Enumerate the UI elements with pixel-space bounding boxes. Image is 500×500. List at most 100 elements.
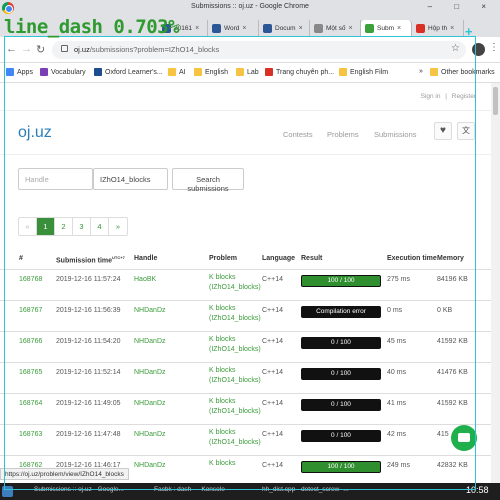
problem-link[interactable]: K blocks (IZhO14_blocks) bbox=[209, 304, 261, 324]
submission-id-link[interactable]: 168764 bbox=[19, 400, 42, 407]
handle-link[interactable]: NHDanDz bbox=[134, 338, 166, 345]
tab-4[interactable]: Một số × bbox=[310, 20, 361, 37]
bookmark-vocabulary[interactable]: Vocabulary bbox=[40, 68, 86, 76]
pager-page-2[interactable]: 2 bbox=[55, 218, 73, 235]
tab-label: Word bbox=[224, 25, 240, 32]
signin-link[interactable]: Sign in bbox=[421, 93, 441, 100]
bookmark-trang-chuyen[interactable]: Trang chuyên ph... bbox=[265, 68, 334, 76]
handle-link[interactable]: NHDanDz bbox=[134, 431, 166, 438]
handle-link[interactable]: NHDanDz bbox=[134, 400, 166, 407]
register-link[interactable]: Register bbox=[452, 93, 476, 100]
handle-link[interactable]: NHDanDz bbox=[134, 369, 166, 376]
window-controls[interactable]: – □ × bbox=[428, 2, 496, 11]
problem-input[interactable]: IZhO14_blocks bbox=[93, 168, 168, 190]
table-row: 168764 2019-12-16 11:49:05 NHDanDz K blocks… bbox=[0, 393, 491, 423]
pager-page-4[interactable]: 4 bbox=[91, 218, 109, 235]
bookmark-folder-lab[interactable]: Lab bbox=[236, 68, 259, 76]
header-memory: Memory bbox=[437, 255, 464, 262]
close-icon[interactable]: × bbox=[397, 25, 401, 32]
handle-input[interactable]: Handle bbox=[18, 168, 93, 190]
submission-id-link[interactable]: 168768 bbox=[19, 276, 42, 283]
page-scrollbar[interactable] bbox=[491, 83, 500, 483]
execution-time: 249 ms bbox=[387, 462, 410, 469]
tab-5-active[interactable]: Subm × bbox=[361, 20, 412, 37]
pager-page-1[interactable]: 1 bbox=[37, 218, 55, 235]
pager-page-3[interactable]: 3 bbox=[73, 218, 91, 235]
tab-3[interactable]: Docum × bbox=[259, 20, 310, 37]
header-id: # bbox=[19, 255, 23, 262]
problem-link[interactable]: K blocks (IZhO14_blocks) bbox=[209, 273, 261, 293]
folder-icon bbox=[430, 68, 438, 76]
pager-next[interactable]: » bbox=[109, 218, 127, 235]
result-badge[interactable]: Compilation error bbox=[301, 306, 381, 318]
tab-2[interactable]: Word × bbox=[208, 20, 259, 37]
language-icon[interactable]: 文 bbox=[457, 122, 475, 140]
problem-link[interactable]: K blocks (IZhO14_blocks) bbox=[209, 397, 261, 417]
chat-bubble-icon[interactable] bbox=[451, 425, 477, 451]
nav-problems[interactable]: Problems bbox=[327, 130, 359, 139]
heart-icon[interactable]: ♥ bbox=[434, 122, 452, 140]
bookmarks-overflow-icon[interactable]: » bbox=[419, 68, 423, 75]
close-icon[interactable]: × bbox=[450, 25, 454, 32]
bookmark-folder-english-film[interactable]: English Film bbox=[339, 68, 388, 76]
close-icon[interactable]: × bbox=[195, 25, 199, 32]
scrollbar-thumb[interactable] bbox=[493, 87, 498, 115]
result-badge[interactable]: 100 / 100 bbox=[301, 461, 381, 473]
result-badge[interactable]: 0 / 100 bbox=[301, 337, 381, 349]
taskbar-item-editor[interactable]: hh_dist.cpp - detect_screw -... bbox=[262, 486, 349, 493]
result-badge[interactable]: 0 / 100 bbox=[301, 399, 381, 411]
search-submissions-button[interactable]: Search submissions bbox=[172, 168, 244, 193]
problem-link[interactable]: K blocks bbox=[209, 459, 235, 469]
close-icon[interactable]: × bbox=[299, 25, 303, 32]
submission-id-link[interactable]: 168765 bbox=[19, 369, 42, 376]
result-badge[interactable]: 0 / 100 bbox=[301, 368, 381, 380]
submission-id-link[interactable]: 168766 bbox=[19, 338, 42, 345]
site-logo[interactable]: oj.uz bbox=[18, 124, 52, 142]
close-icon[interactable]: × bbox=[349, 25, 353, 32]
bookmark-apps[interactable]: Apps bbox=[6, 68, 33, 76]
taskbar-item-konsole[interactable]: Facbk : dash — Konsole bbox=[154, 486, 225, 493]
back-icon[interactable]: ← bbox=[6, 43, 17, 55]
submission-id-link[interactable]: 168767 bbox=[19, 307, 42, 314]
close-icon[interactable]: × bbox=[242, 25, 246, 32]
pager-prev[interactable]: « bbox=[19, 218, 37, 235]
bookmark-oxford[interactable]: Oxford Learner's... bbox=[94, 68, 163, 76]
auth-separator: | bbox=[445, 93, 447, 100]
handle-link[interactable]: NHDanDz bbox=[134, 307, 166, 314]
status-bar-url: https://oj.uz/problem/view/IZhO14_blocks bbox=[0, 468, 129, 480]
lock-icon bbox=[61, 45, 68, 52]
start-menu-icon[interactable] bbox=[2, 486, 13, 497]
menu-icon[interactable]: ⋮ bbox=[489, 42, 499, 53]
submission-time: 2019-12-16 11:47:48 bbox=[56, 431, 121, 438]
reload-icon[interactable]: ↻ bbox=[36, 43, 45, 56]
result-badge[interactable]: 0 / 100 bbox=[301, 430, 381, 442]
bookmark-star-icon[interactable]: ☆ bbox=[451, 43, 460, 54]
bookmark-folder-english[interactable]: English bbox=[194, 68, 228, 76]
nav-contests[interactable]: Contests bbox=[283, 130, 313, 139]
bookmark-other[interactable]: Other bookmarks bbox=[430, 68, 495, 76]
folder-icon bbox=[236, 68, 244, 76]
handle-link[interactable]: NHDanDz bbox=[134, 462, 166, 469]
header-problem: Problem bbox=[209, 255, 238, 262]
header-language: Language bbox=[262, 255, 296, 262]
problem-link[interactable]: K blocks (IZhO14_blocks) bbox=[209, 428, 261, 448]
forward-icon[interactable]: → bbox=[21, 43, 32, 55]
tab-favicon bbox=[314, 24, 323, 33]
url-field[interactable]: oj.uz/submissions?problem=IZhO14_blocks … bbox=[52, 41, 466, 59]
table-row: 168763 2019-12-16 11:47:48 NHDanDz K blocks… bbox=[0, 424, 491, 454]
memory: 42832 KB bbox=[437, 462, 468, 469]
taskbar-item-chrome[interactable]: Submissions :: oj.uz - Google... bbox=[34, 486, 124, 493]
nav-submissions[interactable]: Submissions bbox=[374, 130, 417, 139]
result-badge[interactable]: 100 / 100 bbox=[301, 275, 381, 287]
handle-link[interactable]: HaoBK bbox=[134, 276, 156, 283]
header-exec-time: Execution time bbox=[387, 255, 437, 262]
tab-6[interactable]: Hộp th × bbox=[412, 20, 464, 37]
submission-id-link[interactable]: 168763 bbox=[19, 431, 42, 438]
bookmark-folder-ai[interactable]: AI bbox=[168, 68, 186, 76]
language: C++14 bbox=[262, 400, 284, 407]
tab-favicon bbox=[365, 24, 374, 33]
language: C++14 bbox=[262, 431, 284, 438]
profile-avatar[interactable] bbox=[472, 43, 485, 56]
problem-link[interactable]: K blocks (IZhO14_blocks) bbox=[209, 335, 261, 355]
problem-link[interactable]: K blocks (IZhO14_blocks) bbox=[209, 366, 261, 386]
